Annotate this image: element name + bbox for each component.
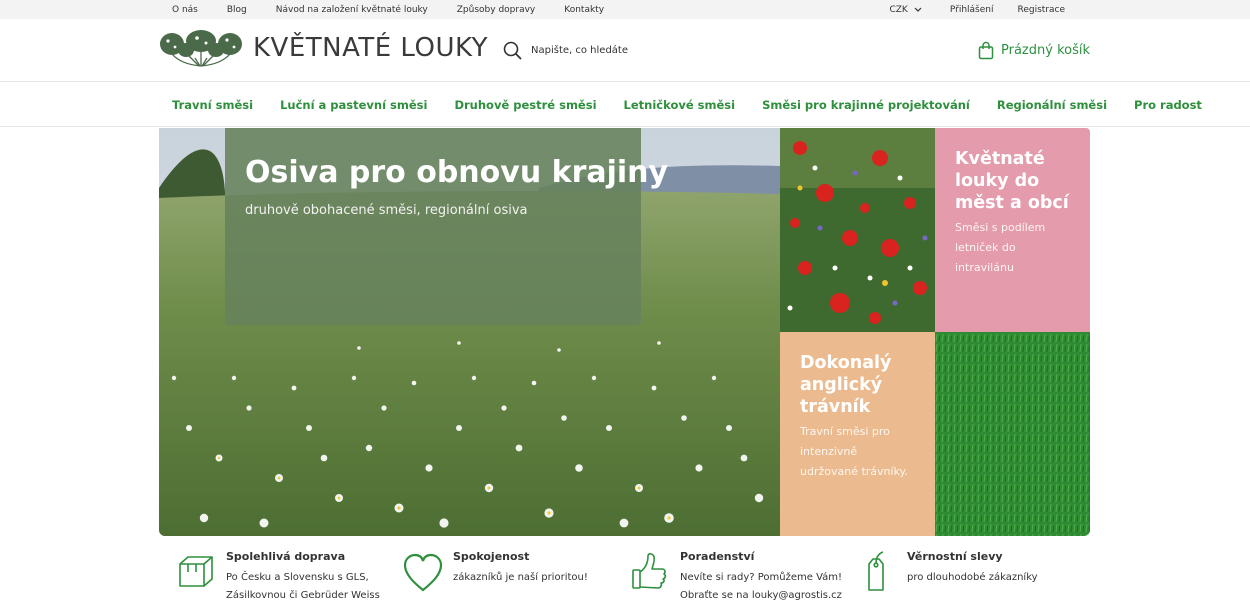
site-logo[interactable]: KVĚTNATÉ LOUKY — [159, 28, 488, 68]
lawn-photo — [935, 332, 1090, 536]
meadow-logo-icon — [159, 28, 243, 68]
lawn-tile[interactable] — [935, 332, 1090, 536]
benefit-shipping-line1: Po Česku a Slovensku s GLS, — [226, 569, 380, 587]
benefit-advice-line1: Nevíte si rady? Pomůžeme Vám! — [680, 569, 842, 587]
benefit-satisfaction-line1: zákazníků je naší prioritou! — [453, 569, 588, 587]
english-lawn-text: Travní směsi pro intenzivně udržované tr… — [800, 422, 915, 481]
category-nav: Travní směsi Luční a pastevní směsi Druh… — [0, 82, 1250, 127]
city-meadows-tile[interactable]: Květnaté louky do měst a obcí Směsi s po… — [935, 128, 1090, 332]
top-link-blog[interactable]: Blog — [227, 5, 247, 15]
hero-banner[interactable]: Osiva pro obnovu krajiny druhově obohace… — [159, 128, 780, 536]
thumbs-up-icon — [630, 550, 680, 594]
city-meadows-text: Směsi s podílem letniček do intravilánu — [955, 218, 1070, 277]
currency-label: CZK — [889, 5, 907, 15]
cart-label: Prázdný košík — [1001, 43, 1090, 58]
cart-button[interactable]: Prázdný košík — [978, 41, 1090, 60]
hero-subtitle: druhově obohacené směsi, regionální osiv… — [245, 203, 621, 218]
benefit-loyalty-title: Věrnostní slevy — [907, 550, 1038, 563]
top-links: O nás Blog Návod na založení květnaté lo… — [172, 0, 633, 19]
poppy-tile[interactable] — [780, 128, 935, 332]
benefit-satisfaction-title: Spokojenost — [453, 550, 588, 563]
poppy-field-photo — [780, 128, 935, 332]
box-icon — [176, 550, 226, 594]
site-header: KVĚTNATÉ LOUKY Napište, co hledáte Prázd… — [0, 19, 1250, 82]
account-links: CZK Přihlášení Registrace — [889, 0, 1065, 19]
register-link[interactable]: Registrace — [1017, 5, 1065, 15]
hero-section: Osiva pro obnovu krajiny druhově obohace… — [159, 128, 1091, 536]
chevron-down-icon — [914, 7, 922, 12]
city-meadows-title: Květnaté louky do měst a obcí — [955, 148, 1070, 214]
currency-selector[interactable]: CZK — [889, 5, 921, 15]
search-icon — [503, 41, 522, 60]
nav-item-for-fun[interactable]: Pro radost — [1134, 98, 1202, 112]
top-link-about[interactable]: O nás — [172, 5, 198, 15]
nav-item-meadow-pasture[interactable]: Luční a pastevní směsi — [280, 98, 427, 112]
benefit-advice: Poradenství Nevíte si rady? Pomůžeme Vám… — [630, 550, 842, 604]
top-link-shipping[interactable]: Způsoby dopravy — [457, 5, 535, 15]
benefit-satisfaction: Spokojenost zákazníků je naší prioritou! — [403, 550, 588, 594]
search-input[interactable]: Napište, co hledáte — [531, 45, 628, 56]
search-box[interactable]: Napište, co hledáte — [503, 41, 628, 60]
english-lawn-title: Dokonalý anglický trávník — [800, 352, 915, 418]
benefit-loyalty-line1: pro dlouhodobé zákazníky — [907, 569, 1038, 587]
nav-item-landscape[interactable]: Směsi pro krajinné projektování — [762, 98, 970, 112]
logo-text: KVĚTNATÉ LOUKY — [253, 33, 488, 63]
benefit-shipping-title: Spolehlivá doprava — [226, 550, 380, 563]
top-link-contacts[interactable]: Kontakty — [564, 5, 604, 15]
login-link[interactable]: Přihlášení — [950, 5, 994, 15]
benefit-loyalty: Věrnostní slevy pro dlouhodobé zákazníky — [857, 550, 1038, 594]
top-link-guide[interactable]: Návod na založení květnaté louky — [276, 5, 428, 15]
price-tag-icon — [857, 550, 907, 594]
benefit-advice-title: Poradenství — [680, 550, 842, 563]
hero-overlay: Osiva pro obnovu krajiny druhově obohace… — [225, 128, 641, 325]
nav-item-species-rich[interactable]: Druhově pestré směsi — [454, 98, 596, 112]
benefit-shipping-line2: Zásilkovnou či Gebrüder Weiss — [226, 587, 380, 604]
benefits-bar: Spolehlivá doprava Po Česku a Slovensku … — [0, 536, 1250, 600]
benefit-shipping: Spolehlivá doprava Po Česku a Slovensku … — [176, 550, 380, 604]
top-utility-bar: O nás Blog Návod na založení květnaté lo… — [0, 0, 1250, 19]
hero-title: Osiva pro obnovu krajiny — [245, 156, 621, 189]
nav-item-regional[interactable]: Regionální směsi — [997, 98, 1107, 112]
benefit-advice-line2[interactable]: Obraťte se na louky@agrostis.cz — [680, 587, 842, 604]
heart-icon — [403, 550, 453, 594]
shopping-bag-icon — [978, 41, 994, 60]
english-lawn-tile[interactable]: Dokonalý anglický trávník Travní směsi p… — [780, 332, 935, 536]
nav-item-lawn-mixes[interactable]: Travní směsi — [172, 98, 253, 112]
nav-item-annuals[interactable]: Letničkové směsi — [624, 98, 736, 112]
